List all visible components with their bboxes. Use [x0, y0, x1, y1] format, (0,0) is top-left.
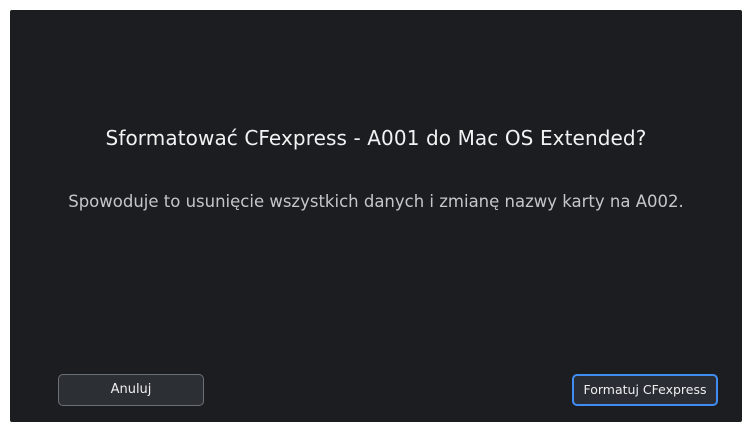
dialog-message: Spowoduje to usunięcie wszystkich danych…	[68, 192, 684, 211]
dialog-title: Sformatować CFexpress - A001 do Mac OS E…	[105, 126, 647, 150]
cancel-button[interactable]: Anuluj	[58, 374, 204, 406]
format-dialog: Sformatować CFexpress - A001 do Mac OS E…	[10, 10, 742, 422]
format-cfexpress-button[interactable]: Formatuj CFexpress	[572, 374, 718, 406]
